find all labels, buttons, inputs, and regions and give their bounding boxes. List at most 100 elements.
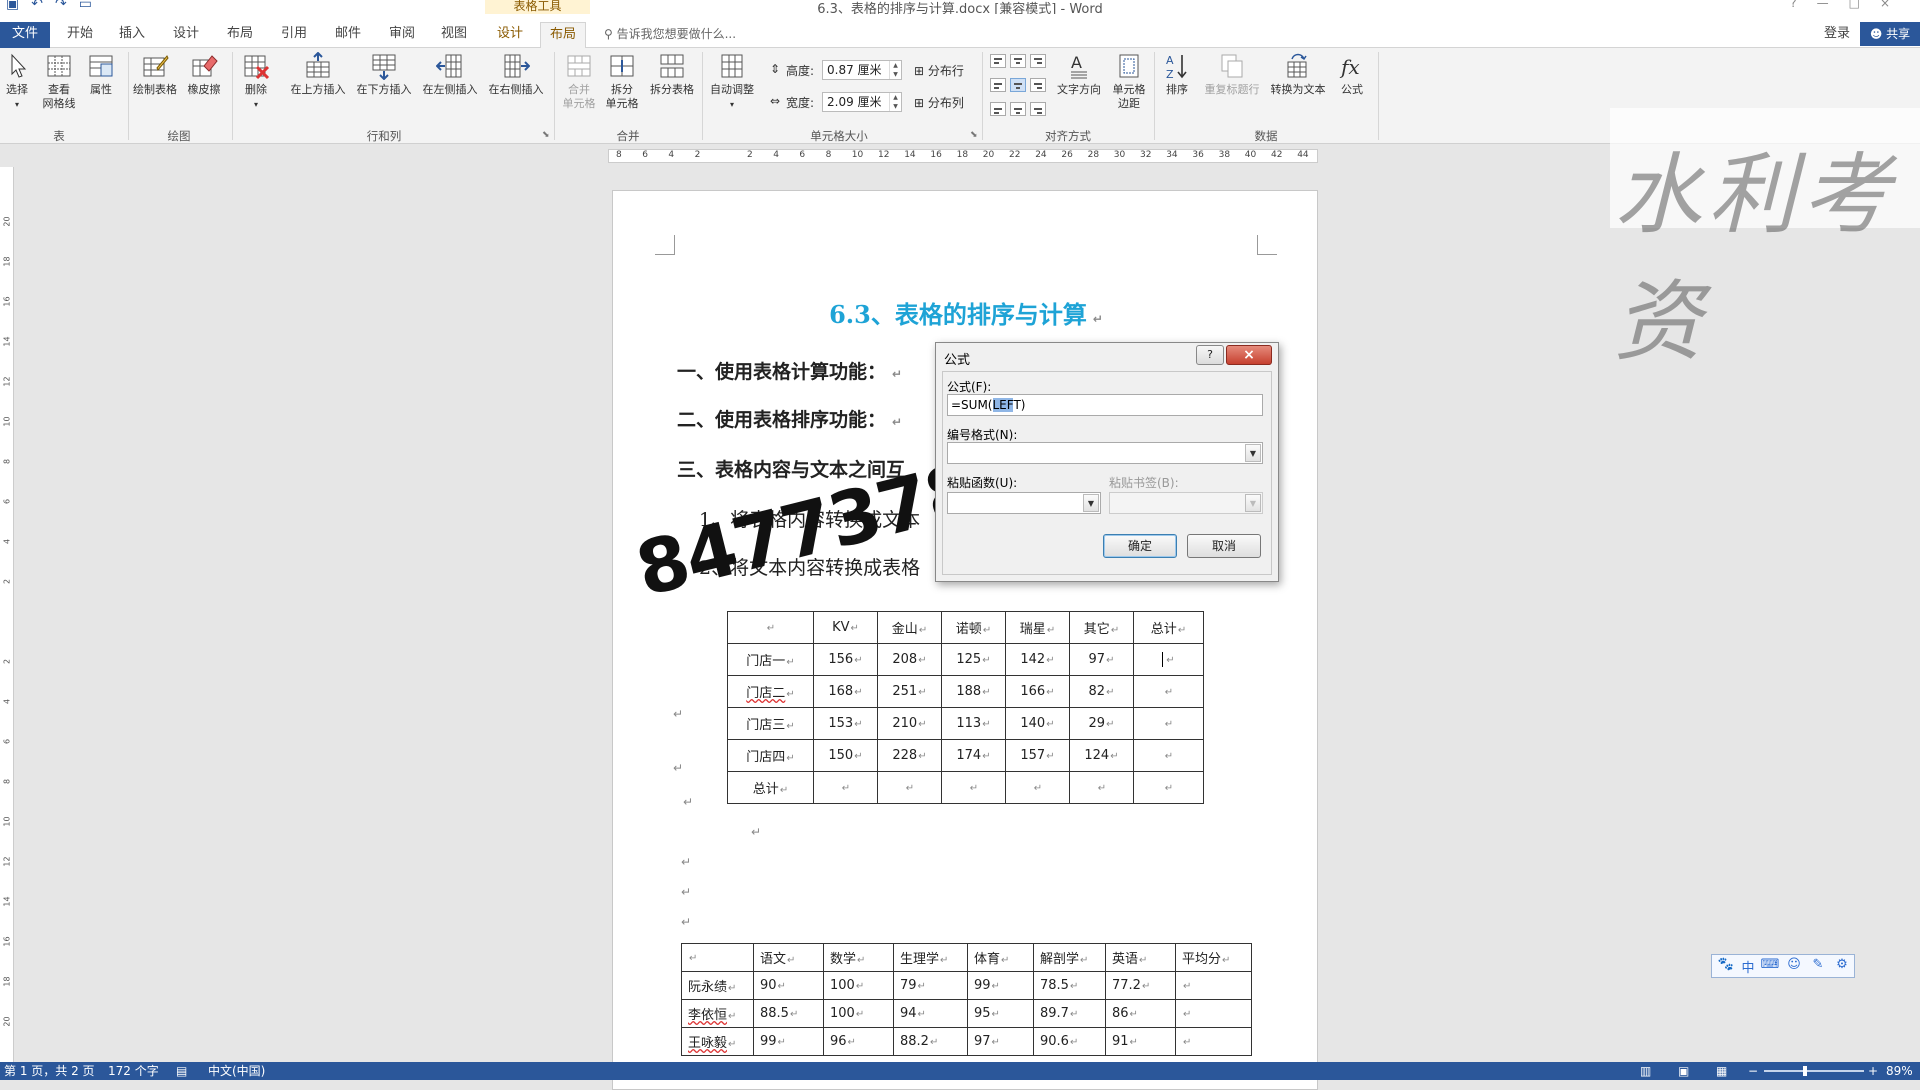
table-cell[interactable]: 157↵ (1005, 739, 1070, 772)
distribute-cols-button[interactable]: ⊞ 分布列 (914, 94, 964, 111)
delete-button[interactable]: 删除 ▾ (238, 52, 274, 112)
table-cell[interactable]: 王咏毅↵ (681, 1027, 754, 1056)
table-header-cell[interactable]: ↵ (727, 611, 814, 644)
chevron-down-icon[interactable]: ▼ (1245, 444, 1261, 462)
sales-table[interactable]: ↵ KV↵ 金山↵ 诺顿↵ 瑞星↵ 其它↵ 总计↵ 门店一↵ 156↵ 208↵… (727, 611, 1204, 804)
cell-margins-button[interactable]: 单元格 边距 (1108, 52, 1150, 111)
tab-mailings[interactable]: 邮件 (330, 22, 366, 48)
row-height-input[interactable]: 0.87 厘米 ▲ ▼ (822, 60, 902, 80)
table-cell[interactable]: 90↵ (753, 971, 824, 1000)
align-top-right-button[interactable] (1030, 54, 1046, 68)
table-cell[interactable]: 153↵ (813, 707, 878, 740)
insert-right-button[interactable]: 在右侧插入 (484, 52, 548, 97)
sort-button[interactable]: AZ 排序 (1160, 52, 1194, 97)
table-header-cell[interactable]: 金山↵ (877, 611, 942, 644)
autofit-button[interactable]: 自动调整 ▾ (706, 52, 758, 112)
page-count[interactable]: 第 1 页，共 2 页 (4, 1062, 95, 1080)
table-header-cell[interactable]: 语文↵ (753, 943, 824, 972)
spinner-arrows-icon[interactable]: ▲ ▼ (889, 93, 901, 111)
table-cell[interactable]: 174↵ (941, 739, 1006, 772)
table-cell[interactable]: 150↵ (813, 739, 878, 772)
table-header-cell[interactable]: 数学↵ (823, 943, 894, 972)
paste-function-select[interactable]: ▼ (947, 492, 1101, 514)
table-cell[interactable]: 210↵ (877, 707, 942, 740)
table-cell[interactable]: 82↵ (1069, 675, 1134, 708)
close-button[interactable]: × (1226, 345, 1272, 365)
ok-button[interactable]: 确定 (1103, 534, 1177, 558)
table-cell[interactable]: 门店四↵ (727, 739, 814, 772)
table-cell[interactable]: 94↵ (893, 999, 968, 1028)
table-cell[interactable]: 门店三↵ (727, 707, 814, 740)
table-cell[interactable]: ↵ (1175, 1027, 1252, 1056)
chevron-down-icon[interactable]: ▼ (1083, 494, 1099, 512)
tab-home[interactable]: 开始 (62, 22, 98, 48)
align-bottom-right-button[interactable] (1030, 102, 1046, 116)
pen-icon[interactable]: ✎ (1808, 957, 1828, 972)
table-header-cell[interactable]: KV↵ (813, 611, 878, 644)
tab-insert[interactable]: 插入 (114, 22, 150, 48)
repeat-header-rows-button[interactable]: 重复标题行 (1200, 52, 1264, 97)
number-format-select[interactable]: ▼ (947, 442, 1263, 464)
table-cell[interactable]: ↵ (877, 771, 942, 804)
table-cell[interactable]: 100↵ (823, 999, 894, 1028)
table-header-cell[interactable]: 总计↵ (1133, 611, 1204, 644)
zoom-slider-thumb[interactable] (1803, 1066, 1807, 1076)
table-cell[interactable]: 156↵ (813, 643, 878, 676)
cancel-button[interactable]: 取消 (1187, 534, 1261, 558)
tab-references[interactable]: 引用 (276, 22, 312, 48)
table-cell[interactable]: 门店一↵ (727, 643, 814, 676)
convert-to-text-button[interactable]: 转换为文本 (1266, 52, 1330, 97)
zoom-level[interactable]: 89% (1886, 1062, 1913, 1080)
properties-button[interactable]: 属性 (86, 52, 116, 97)
eraser-button[interactable]: 橡皮擦 (184, 52, 224, 97)
align-bottom-center-button[interactable] (1010, 102, 1026, 116)
paw-icon[interactable]: 🐾 (1716, 957, 1736, 972)
align-top-left-button[interactable] (990, 54, 1006, 68)
settings-icon[interactable]: ⚙ (1832, 957, 1852, 972)
tab-table-design[interactable]: 设计 (490, 22, 530, 48)
ime-mode-label[interactable]: 中 (1738, 957, 1758, 976)
table-header-cell[interactable]: 其它↵ (1069, 611, 1134, 644)
table-cell[interactable]: 96↵ (823, 1027, 894, 1056)
table-cell[interactable]: 99↵ (753, 1027, 824, 1056)
merge-cells-button[interactable]: 合并 单元格 (558, 52, 600, 111)
sign-in-link[interactable]: 登录 (1824, 22, 1850, 46)
word-count[interactable]: 172 个字 (108, 1062, 159, 1080)
emoji-icon[interactable]: ☺ (1784, 957, 1804, 972)
split-cells-button[interactable]: 拆分 单元格 (602, 52, 642, 111)
table-cell[interactable]: 阮永绩↵ (681, 971, 754, 1000)
table-cell[interactable]: 29↵ (1069, 707, 1134, 740)
view-gridlines-button[interactable]: 查看 网格线 (38, 52, 80, 111)
table-header-cell[interactable]: 体育↵ (967, 943, 1034, 972)
align-bottom-left-button[interactable] (990, 102, 1006, 116)
table-cell[interactable]: ↵ (1133, 675, 1204, 708)
table-cell[interactable]: 166↵ (1005, 675, 1070, 708)
language-indicator[interactable]: 中文(中国) (208, 1062, 265, 1080)
table-cell[interactable]: 89.7↵ (1033, 999, 1106, 1028)
share-button[interactable]: ☻ 共享 (1860, 22, 1920, 46)
print-layout-icon[interactable]: ▣ (1678, 1062, 1689, 1080)
proofing-icon[interactable]: ▤ (176, 1062, 187, 1080)
table-cell[interactable]: ↵ (1133, 707, 1204, 740)
keyboard-icon[interactable]: ⌨ (1760, 957, 1780, 972)
col-width-input[interactable]: 2.09 厘米 ▲ ▼ (822, 92, 902, 112)
table-cell[interactable]: 90.6↵ (1033, 1027, 1106, 1056)
table-header-cell[interactable]: 生理学↵ (893, 943, 968, 972)
table-cell[interactable]: ↵ (813, 771, 878, 804)
table-cell[interactable]: 142↵ (1005, 643, 1070, 676)
spinner-arrows-icon[interactable]: ▲ ▼ (889, 61, 901, 79)
chevron-down-icon[interactable]: ▼ (1245, 494, 1261, 512)
cell-size-launcher-icon[interactable]: ⬊ (970, 130, 978, 140)
vertical-ruler[interactable]: 20 18 16 14 12 10 8 6 4 2 2 4 6 8 10 12 14 16 18 20 (0, 167, 14, 1062)
table-header-cell[interactable]: 解剖学↵ (1033, 943, 1106, 972)
table-cell[interactable]: 113↵ (941, 707, 1006, 740)
scores-table[interactable]: ↵ 语文↵ 数学↵ 生理学↵ 体育↵ 解剖学↵ 英语↵ 平均分↵ 阮永绩↵ 90… (681, 943, 1252, 1056)
align-middle-right-button[interactable] (1030, 78, 1046, 92)
tab-table-layout[interactable]: 布局 (540, 22, 586, 49)
align-middle-left-button[interactable] (990, 78, 1006, 92)
help-button[interactable]: ? (1196, 345, 1224, 365)
zoom-slider[interactable] (1764, 1070, 1864, 1072)
tab-file[interactable]: 文件 (0, 22, 50, 48)
align-top-center-button[interactable] (1010, 54, 1026, 68)
select-button[interactable]: 选择 ▾ (4, 52, 30, 112)
